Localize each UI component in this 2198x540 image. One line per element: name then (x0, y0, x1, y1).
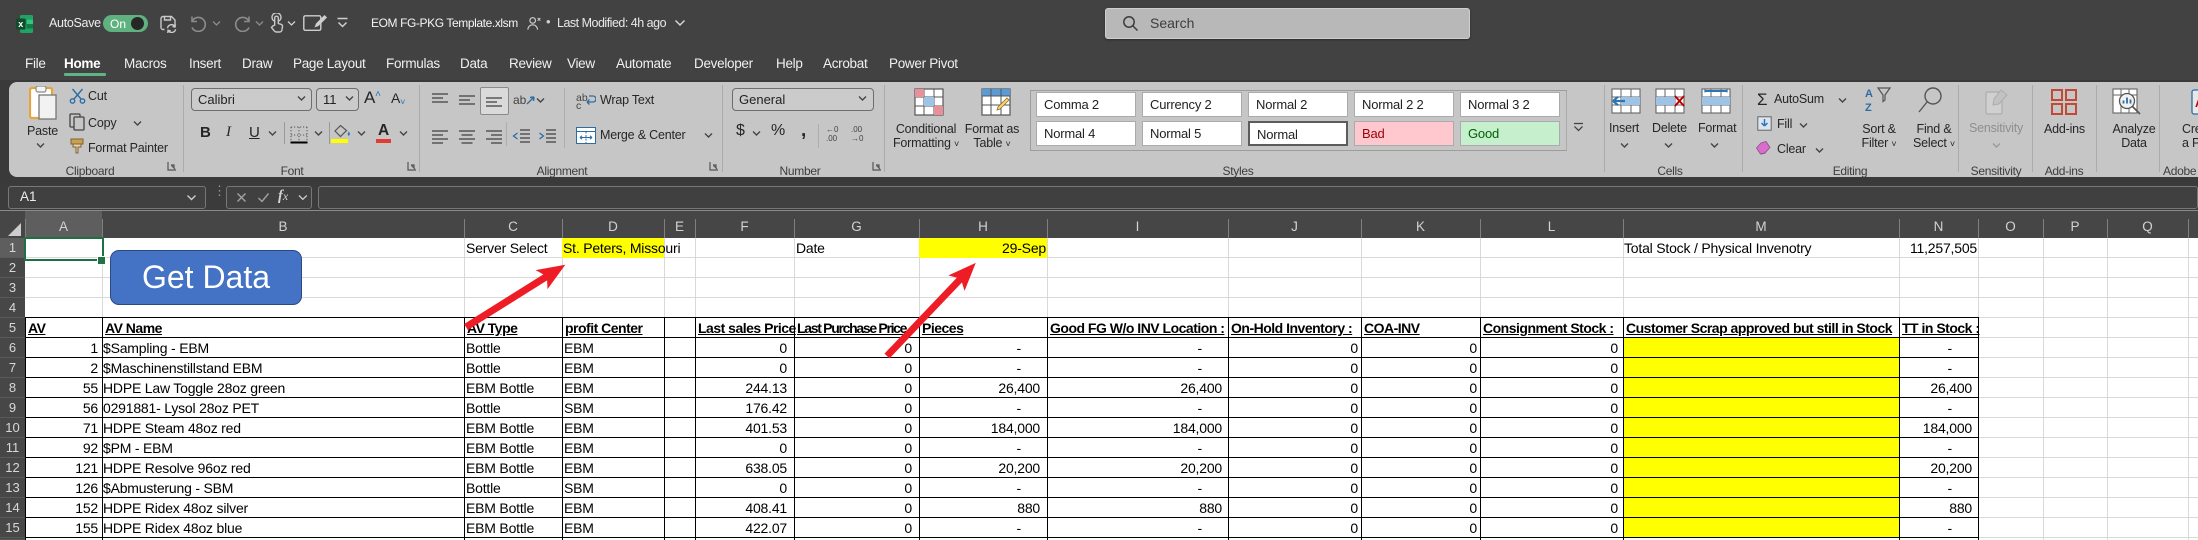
svg-text:c: c (576, 100, 581, 109)
svg-text:ab: ab (513, 93, 527, 107)
svg-text:→0: →0 (851, 134, 864, 142)
svg-text:Z: Z (1865, 102, 1872, 114)
svg-text:.00: .00 (851, 125, 863, 134)
svg-text:←0: ←0 (826, 125, 839, 134)
svg-text:.00: .00 (826, 134, 838, 142)
svg-text:x: x (18, 19, 23, 29)
svg-text:A: A (1865, 88, 1873, 100)
